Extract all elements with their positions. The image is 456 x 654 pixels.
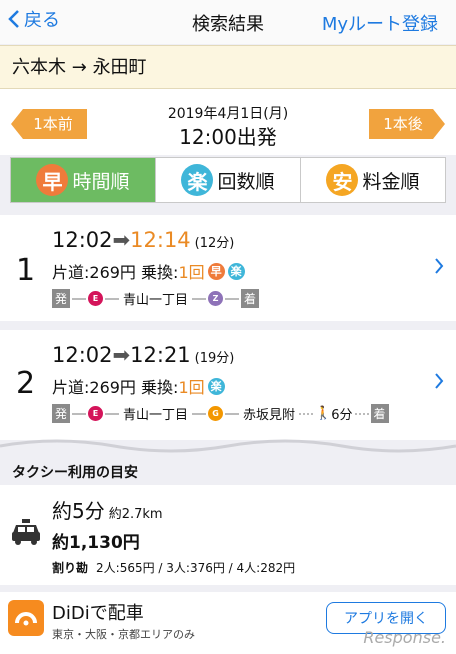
departure-time: 12:02 [52,343,113,367]
transfer-label: 乗換: [141,263,179,282]
watermark: Response. [363,628,446,647]
tab-label: 時間順 [72,170,130,193]
taxi-estimate: 約5分 約2.7km 約1,130円 割り勘 2人:565円 / 3人:376円 /… [0,485,456,585]
split-values: 2人:565円 / 3人:376円 / 4人:282円 [96,561,296,575]
transfer-count: 1回 [178,263,205,282]
arrow-right-icon: ➡ [112,343,131,367]
tab-time-order[interactable]: 早 時間順 [11,158,156,202]
route-result-2[interactable]: 2 12:02➡12:21 (19分) 片道:269円 乗換: 1回 楽 発 E 青… [0,330,456,440]
route-result-1[interactable]: 1 12:02➡12:14 (12分) 片道:269円 乗換: 1回 早 楽 発 E… [0,215,456,321]
split-label: 割り勘 [52,561,89,575]
route-arrow: → [71,57,87,78]
fare: 片道:269円 [52,263,136,282]
didi-area: 東京・大阪・京都エリアのみ [52,628,195,641]
route-segment [72,412,87,415]
fast-badge-icon: 早 [36,164,69,196]
nav-bar: 戻る 検索結果 Myルート登録 [0,0,456,44]
result-route-line: 発 E 青山一丁目 Z 着 [52,289,260,308]
taxi-fare: 約1,130円 [52,533,140,553]
transfer-station: 青山一丁目 [123,293,189,308]
transfer-count: 1回 [178,378,205,397]
route-segment [105,297,120,300]
ginza-g-line-mark-icon: G [208,406,224,421]
fast-badge-icon: 早 [207,262,225,280]
tab-label: 回数順 [217,170,275,193]
result-fare-line: 片道:269円 乗換: 1回 早 楽 [52,259,245,283]
route-segment [105,412,120,415]
chevron-right-icon [435,258,444,274]
result-number: 2 [16,366,36,401]
result-times: 12:02➡12:14 (12分) [52,228,234,252]
route-segment [299,412,314,415]
sort-tabs: 早 時間順 楽 回数順 安 料金順 [10,157,446,203]
transfer-station: 青山一丁目 [123,408,189,423]
wave-divider [0,439,456,453]
result-fare-line: 片道:269円 乗換: 1回 楽 [52,374,225,398]
arrival-station: 赤坂見附 [243,408,296,423]
transfer-label: 乗換: [141,378,179,397]
hanzomon-line-mark-icon: Z [208,291,224,306]
ginza-line-mark-icon: E [88,406,104,421]
date-bar: 1本前 2019年4月1日(月) 12:00出発 1本後 [0,89,456,155]
route-segment [354,412,369,415]
arrival-tag: 着 [370,404,389,423]
departure-tag: 発 [52,289,71,308]
arrival-tag: 着 [241,289,260,308]
departure-tag: 発 [52,404,71,423]
arrival-time: 12:21 [130,343,191,367]
route-segment [72,297,87,300]
chevron-right-icon [435,373,444,389]
taxi-heading: タクシー利用の目安 [12,465,138,481]
taxi-time: 約5分 約2.7km [52,495,163,524]
taxi-distance: 約2.7km [108,507,163,522]
easy-badge-icon: 楽 [227,262,245,280]
route-segment [225,297,240,300]
result-route-line: 発 E 青山一丁目 G 赤坂見附 🚶 6分 着 [52,404,389,423]
route-segment [192,297,207,300]
taxi-split: 割り勘 2人:565円 / 3人:376円 / 4人:282円 [52,559,295,576]
duration: (12分) [194,236,235,251]
walk-time: 6分 [331,408,353,423]
duration: (19分) [194,351,235,366]
ginza-line-mark-icon: E [88,291,104,306]
arrow-right-icon: ➡ [112,228,131,252]
easy-badge-icon: 楽 [207,377,225,395]
tab-label: 料金順 [362,170,420,193]
easy-badge-icon: 楽 [181,164,214,196]
walk-icon: 🚶 [315,406,332,421]
departure-time: 12:02 [52,228,113,252]
next-train-button[interactable]: 1本後 [369,109,445,139]
tab-transfer-order[interactable]: 楽 回数順 [156,158,301,202]
result-number: 1 [16,253,36,288]
route-from: 六本木 [12,57,66,78]
route-segment [225,412,240,415]
result-times: 12:02➡12:21 (19分) [52,343,234,367]
route-summary: 六本木 → 永田町 [0,45,456,89]
didi-name: DiDiで配車 [52,603,144,624]
my-route-register-button[interactable]: Myルート登録 [322,10,438,36]
route-segment [192,412,207,415]
fare: 片道:269円 [52,378,136,397]
arrival-time: 12:14 [130,228,191,252]
cheap-badge-icon: 安 [326,164,359,196]
didi-logo-icon [8,600,44,636]
taxi-icon [12,519,40,545]
route-to: 永田町 [92,57,147,78]
tab-fare-order[interactable]: 安 料金順 [301,158,445,202]
taxi-duration: 約5分 [52,499,105,523]
